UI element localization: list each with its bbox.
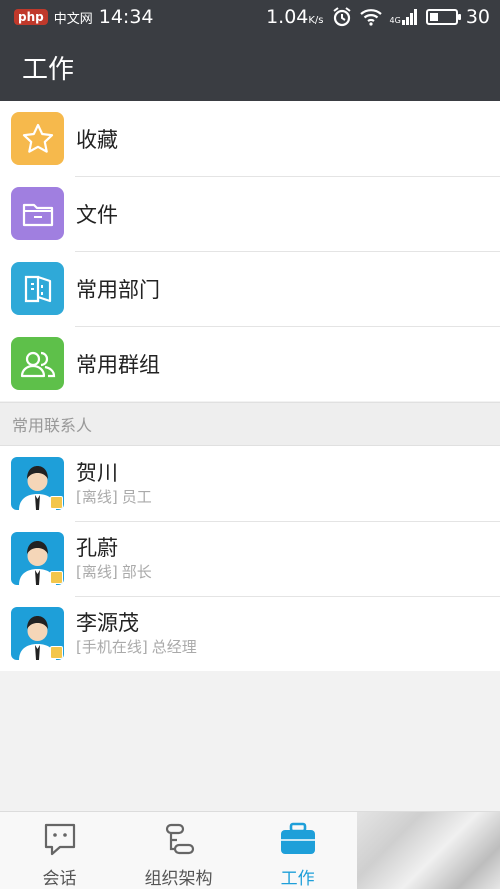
- bottom-tab-bar: 会话 组织架构 工作: [0, 811, 500, 889]
- contact-item[interactable]: 李源茂 [手机在线] 总经理: [0, 596, 500, 671]
- contact-status: [离线]: [76, 488, 118, 506]
- user-badge-icon: [50, 646, 63, 659]
- tab-label: 工作: [280, 869, 315, 889]
- contact-role: 员工: [121, 488, 152, 506]
- tab-work[interactable]: 工作: [238, 812, 357, 889]
- page-title: 工作: [22, 55, 75, 85]
- contact-item[interactable]: 孔蔚 [离线] 部长: [0, 521, 500, 596]
- avatar: [11, 607, 64, 660]
- tab-label: 会话: [42, 869, 77, 889]
- contact-name: 李源茂: [76, 611, 139, 635]
- avatar: [11, 532, 64, 585]
- tab-label: 组织架构: [144, 869, 213, 889]
- alarm-icon: [332, 7, 352, 27]
- star-icon: [11, 112, 64, 165]
- wifi-icon: [359, 8, 382, 26]
- contact-status-line: [手机在线] 总经理: [76, 637, 197, 657]
- frequent-contacts: 贺川 [离线] 员工 孔蔚 [离线] 部长 李源茂 [手机在线] 总经理: [0, 446, 500, 671]
- org-icon: [161, 822, 197, 860]
- tab-conversations[interactable]: 会话: [0, 812, 119, 889]
- contact-status-line: [离线] 员工: [76, 487, 152, 507]
- tab-organization[interactable]: 组织架构: [119, 812, 238, 889]
- status-bar: php 中文网 14:34 1.04K/s 4G 30: [0, 0, 500, 34]
- blurred-region: [357, 812, 500, 889]
- menu-label: 常用群组: [76, 352, 160, 377]
- folder-icon: [11, 187, 64, 240]
- status-time: 14:34: [98, 6, 154, 28]
- menu-item-groups[interactable]: 常用群组: [0, 326, 500, 401]
- user-badge-icon: [50, 571, 63, 584]
- watermark-logo: php: [14, 9, 48, 25]
- contact-name: 贺川: [76, 461, 118, 485]
- chat-icon: [42, 822, 78, 860]
- contact-name: 孔蔚: [76, 536, 118, 560]
- contact-item[interactable]: 贺川 [离线] 员工: [0, 446, 500, 521]
- menu-item-departments[interactable]: 常用部门: [0, 251, 500, 326]
- menu-label: 收藏: [76, 127, 118, 152]
- page-header: 工作: [0, 34, 500, 101]
- watermark-text: 中文网: [53, 11, 93, 27]
- contact-status: [手机在线]: [76, 638, 148, 656]
- menu-item-files[interactable]: 文件: [0, 176, 500, 251]
- briefcase-icon: [279, 822, 317, 860]
- menu-label: 文件: [76, 202, 118, 227]
- status-right: 1.04K/s 4G 30: [266, 6, 490, 28]
- contact-status-line: [离线] 部长: [76, 562, 152, 582]
- user-badge-icon: [50, 496, 63, 509]
- status-left: php 中文网 14:34: [14, 6, 154, 28]
- contact-role: 部长: [121, 563, 152, 581]
- department-icon: [11, 262, 64, 315]
- network-speed: 1.04K/s: [266, 6, 324, 28]
- battery-icon: [425, 9, 461, 25]
- signal-icon: 4G: [390, 9, 418, 25]
- contacts-section-header: 常用联系人: [0, 402, 500, 446]
- work-menu: 收藏 文件 常用部门 常用群组: [0, 101, 500, 401]
- contact-status: [离线]: [76, 563, 118, 581]
- menu-label: 常用部门: [76, 277, 160, 302]
- group-icon: [11, 337, 64, 390]
- battery-level: 30: [465, 6, 490, 28]
- avatar: [11, 457, 64, 510]
- section-title: 常用联系人: [12, 416, 93, 435]
- contact-role: 总经理: [151, 638, 197, 656]
- menu-item-favorites[interactable]: 收藏: [0, 101, 500, 176]
